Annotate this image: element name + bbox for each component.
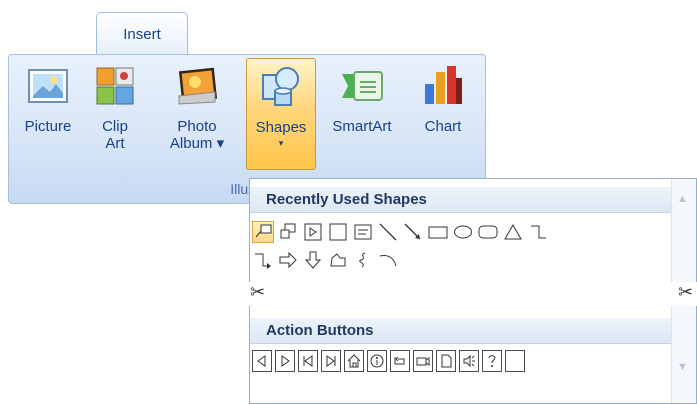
action-custom-button[interactable]	[505, 350, 525, 372]
shapes-button[interactable]: Shapes ▾	[246, 58, 316, 170]
triangle-shape[interactable]	[502, 221, 524, 243]
scissors-icon: ✂	[250, 282, 266, 302]
action-end-button[interactable]	[321, 350, 341, 372]
action-movie-button[interactable]	[413, 350, 433, 372]
tab-insert-label: Insert	[123, 25, 161, 43]
action-forward-button[interactable]	[275, 350, 295, 372]
line-callout-shape[interactable]	[252, 221, 274, 243]
arrow-line-shape[interactable]	[402, 221, 424, 243]
rectangle-shape-2[interactable]	[427, 221, 449, 243]
picture-icon	[28, 69, 68, 103]
smartart-label: SmartArt	[332, 118, 392, 135]
scroll-up-icon[interactable]: ▲	[677, 193, 688, 205]
chevron-down-icon: ▾	[278, 138, 284, 148]
smartart-button[interactable]: SmartArt	[320, 58, 404, 170]
gallery-cut-divider: ✂ ✂	[248, 282, 697, 306]
recent-shapes-row-1	[252, 221, 549, 243]
home-icon	[347, 354, 361, 368]
clip-art-button[interactable]: Clip Art	[92, 58, 138, 170]
chart-label: Chart	[424, 118, 462, 135]
right-arrow-shape[interactable]	[277, 249, 299, 271]
clip-art-icon	[96, 67, 134, 105]
forward-icon	[281, 355, 290, 367]
action-buttons-row	[252, 350, 525, 372]
line-shape[interactable]	[377, 221, 399, 243]
recently-used-header: Recently Used Shapes	[250, 187, 672, 213]
photo-album-icon	[178, 67, 218, 105]
action-information-button[interactable]	[367, 350, 387, 372]
action-sound-button[interactable]	[459, 350, 479, 372]
action-home-button[interactable]	[344, 350, 364, 372]
arc-shape[interactable]	[377, 249, 399, 271]
action-buttons-header: Action Buttons	[250, 318, 672, 344]
return-icon	[394, 356, 405, 365]
rectangle-shape[interactable]	[327, 221, 349, 243]
information-icon	[370, 354, 384, 368]
text-box-shape[interactable]	[352, 221, 374, 243]
chart-icon	[425, 66, 462, 104]
play-frame-shape[interactable]	[302, 221, 324, 243]
freeform-shape[interactable]	[327, 249, 349, 271]
movie-icon	[416, 357, 430, 366]
beginning-icon	[303, 355, 313, 367]
action-document-button[interactable]	[436, 350, 456, 372]
shapes-label: Shapes	[255, 119, 307, 136]
scroll-down-icon[interactable]: ▼	[677, 361, 688, 373]
picture-button[interactable]: Picture	[14, 58, 82, 170]
picture-label: Picture	[24, 118, 72, 135]
photo-album-label: Photo Album ▾	[169, 118, 225, 152]
shapes-icon	[262, 67, 299, 106]
rounded-rectangle-shape[interactable]	[477, 221, 499, 243]
down-arrow-shape[interactable]	[302, 249, 324, 271]
smartart-icon	[342, 71, 383, 101]
callout-shape[interactable]	[277, 221, 299, 243]
action-help-button[interactable]	[482, 350, 502, 372]
clip-art-label: Clip Art	[102, 118, 128, 152]
recent-shapes-row-2	[252, 249, 399, 271]
photo-album-button[interactable]: Photo Album ▾	[162, 58, 232, 170]
action-back-button[interactable]	[252, 350, 272, 372]
chart-button[interactable]: Chart	[410, 58, 476, 170]
tab-insert[interactable]: Insert	[96, 12, 188, 55]
action-return-button[interactable]	[390, 350, 410, 372]
sound-icon	[463, 354, 475, 368]
back-icon	[257, 355, 266, 367]
elbow-arrow-connector-shape[interactable]	[252, 249, 274, 271]
oval-shape[interactable]	[452, 221, 474, 243]
elbow-connector-shape[interactable]	[527, 221, 549, 243]
scribble-shape[interactable]	[352, 249, 374, 271]
document-icon	[441, 354, 452, 368]
action-beginning-button[interactable]	[298, 350, 318, 372]
scissors-icon-right: ✂	[678, 282, 694, 302]
end-icon	[326, 355, 336, 367]
help-icon	[488, 355, 496, 367]
